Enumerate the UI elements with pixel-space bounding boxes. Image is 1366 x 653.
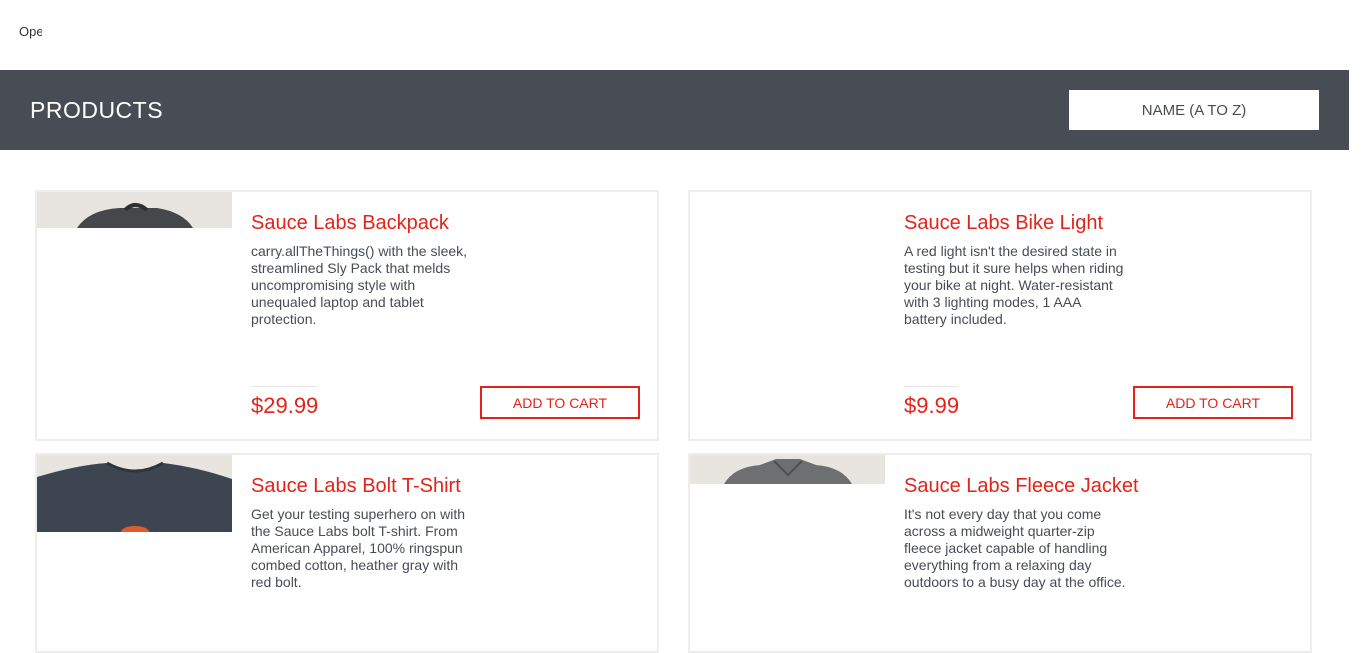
inventory-item: Sauce Labs Bolt T-Shirt Get your testing… bbox=[35, 453, 659, 653]
inventory-item: Sauce Labs Backpack carry.allTheThings()… bbox=[35, 190, 659, 441]
product-image[interactable] bbox=[37, 455, 232, 532]
page-title: PRODUCTS bbox=[30, 97, 164, 123]
inventory-item: Sauce Labs Fleece Jacket It's not every … bbox=[688, 453, 1312, 653]
product-name[interactable]: Sauce Labs Backpack bbox=[251, 212, 449, 235]
add-to-cart-button[interactable]: ADD TO CART bbox=[480, 386, 640, 419]
price-divider bbox=[904, 386, 958, 387]
top-bar: Open Menu bbox=[0, 0, 1366, 70]
open-menu-button[interactable]: Open Menu bbox=[19, 24, 42, 44]
product-description: A red light isn't the desired state in t… bbox=[904, 243, 1124, 327]
product-image[interactable] bbox=[690, 192, 885, 228]
price-divider bbox=[251, 386, 317, 387]
product-description: Get your testing superhero on with the S… bbox=[251, 506, 466, 590]
product-description: It's not every day that you come across … bbox=[904, 506, 1126, 590]
add-to-cart-button[interactable]: ADD TO CART bbox=[1133, 386, 1293, 419]
product-price: $9.99 bbox=[904, 393, 960, 418]
product-name[interactable]: Sauce Labs Bike Light bbox=[904, 212, 1103, 235]
product-price: $29.99 bbox=[251, 393, 319, 418]
product-description: carry.allTheThings() with the sleek, str… bbox=[251, 243, 468, 327]
product-name[interactable]: Sauce Labs Bolt T-Shirt bbox=[251, 475, 461, 498]
scrollbar[interactable] bbox=[1349, 70, 1366, 643]
header-container: PRODUCTS NAME (A TO Z) bbox=[0, 70, 1349, 150]
product-name[interactable]: Sauce Labs Fleece Jacket bbox=[904, 475, 1139, 498]
sort-select[interactable]: NAME (A TO Z) bbox=[1069, 90, 1319, 130]
product-image[interactable] bbox=[690, 455, 885, 484]
inventory-item: Sauce Labs Bike Light A red light isn't … bbox=[688, 190, 1312, 441]
product-image[interactable] bbox=[37, 192, 232, 228]
